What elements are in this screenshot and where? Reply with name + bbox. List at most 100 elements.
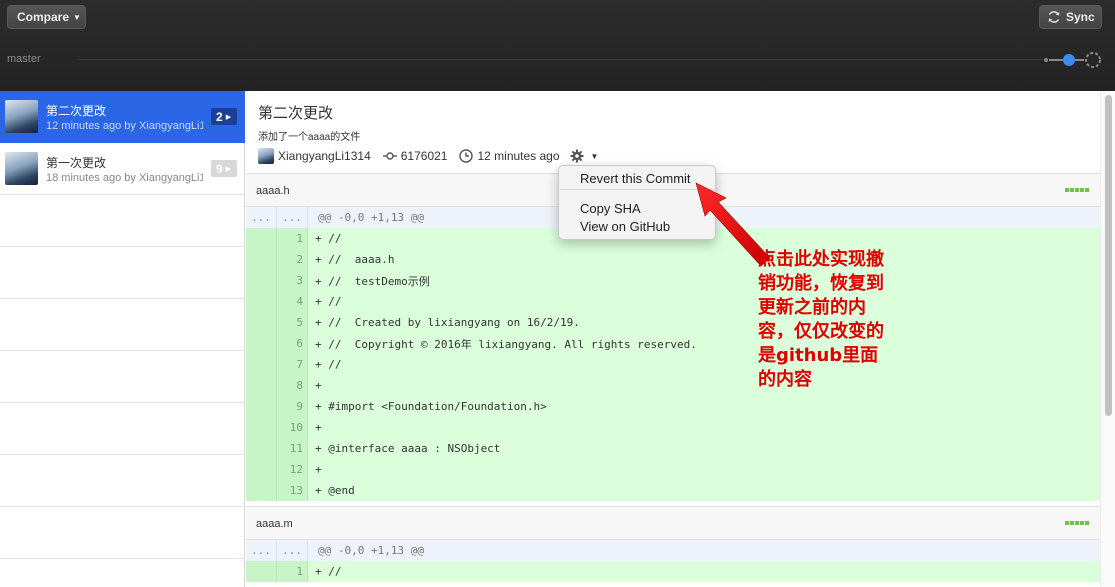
added-line: 8 + xyxy=(246,375,1100,396)
diff-block: ... ... @@ -0,0 +1,13 @@ 1 + // 2 + // aaa… xyxy=(246,207,1100,501)
old-line-number xyxy=(246,228,277,249)
diffstat xyxy=(1065,521,1089,525)
old-line-number xyxy=(246,459,277,480)
sync-label: Sync xyxy=(1066,10,1095,24)
commit-author[interactable]: XiangyangLi1314 xyxy=(278,149,371,163)
file-header[interactable]: aaaa.m xyxy=(246,506,1100,540)
code-line: + @end xyxy=(315,484,355,497)
hunk-text: @@ -0,0 +1,13 @@ xyxy=(318,211,424,224)
file-count: 2 xyxy=(216,109,223,124)
code-line: + xyxy=(315,421,322,434)
commit-list: 第二次更改 12 minutes ago by XiangyangLi1314 … xyxy=(0,91,245,587)
empty-list-row xyxy=(0,195,245,247)
new-line-number: ... xyxy=(277,207,308,228)
commit-icon xyxy=(382,152,397,160)
scrollbar-thumb[interactable] xyxy=(1105,95,1112,416)
file-name: aaaa.h xyxy=(256,185,290,197)
sync-icon xyxy=(1048,11,1060,23)
sync-button[interactable]: Sync xyxy=(1039,5,1102,29)
view-on-github-menu-item[interactable]: View on GitHub xyxy=(580,219,670,234)
code-line: + // xyxy=(315,232,342,245)
empty-list-row xyxy=(0,507,245,559)
chevron-down-icon: ▼ xyxy=(73,12,81,22)
code-line: + #import <Foundation/Foundation.h> xyxy=(315,400,547,413)
empty-list-row xyxy=(0,351,245,403)
vertical-scrollbar[interactable] xyxy=(1100,91,1115,587)
old-line-number xyxy=(246,333,277,354)
commit-item-meta: 18 minutes ago by XiangyangLi1314 xyxy=(46,172,203,184)
history-timeline xyxy=(78,59,1043,60)
code-line: + // xyxy=(315,565,342,578)
code-line: + // testDemo示例 xyxy=(315,274,430,288)
new-line-number: 7 xyxy=(277,354,308,375)
chevron-right-icon: ▶ xyxy=(225,165,232,173)
old-line-number xyxy=(246,270,277,291)
chevron-down-icon: ▼ xyxy=(590,151,599,161)
menu-separator xyxy=(560,189,715,190)
code-line: + @interface aaaa : NSObject xyxy=(315,442,501,455)
compare-label: Compare xyxy=(17,10,70,24)
slider-knob[interactable] xyxy=(1063,54,1075,66)
code-line: + // Copyright © 2016年 lixiangyang. All … xyxy=(315,337,697,351)
commit-time: 12 minutes ago xyxy=(477,149,560,163)
added-line: 2 + // aaaa.h xyxy=(246,249,1100,270)
code-line: + xyxy=(315,463,322,476)
empty-list-row xyxy=(0,403,245,455)
new-line-number: 10 xyxy=(277,417,308,438)
gear-menu-button[interactable]: ▼ xyxy=(570,149,599,163)
commit-meta: XiangyangLi1314 6176021 12 minutes ago ▼ xyxy=(258,147,598,165)
clock-icon xyxy=(459,149,474,163)
hunk-header: ... ... @@ -0,0 +1,13 @@ xyxy=(246,540,1100,561)
old-line-number xyxy=(246,375,277,396)
compare-button[interactable]: Compare ▼ xyxy=(7,5,86,29)
new-line-number: 2 xyxy=(277,249,308,270)
old-line-number xyxy=(246,312,277,333)
commit-title: 第二次更改 xyxy=(258,105,334,122)
code-line: + // xyxy=(315,295,342,308)
new-line-number: 4 xyxy=(277,291,308,312)
new-line-number: 9 xyxy=(277,396,308,417)
hunk-text: @@ -0,0 +1,13 @@ xyxy=(318,544,424,557)
old-line-number xyxy=(246,480,277,501)
old-line-number xyxy=(246,561,277,582)
commit-item-title: 第一次更改 xyxy=(46,156,107,170)
new-line-number: 13 xyxy=(277,480,308,501)
file-count-badge[interactable]: 2 ▶ xyxy=(211,108,237,125)
empty-list-row xyxy=(0,247,245,299)
file-name: aaaa.m xyxy=(256,518,293,530)
old-line-number xyxy=(246,249,277,270)
new-line-number: 12 xyxy=(277,459,308,480)
commit-item-selected[interactable]: 第二次更改 12 minutes ago by XiangyangLi1314 … xyxy=(0,91,245,143)
file-count: 9 xyxy=(216,161,223,176)
old-line-number xyxy=(246,354,277,375)
added-line: 12 + xyxy=(246,459,1100,480)
commit-sha[interactable]: 6176021 xyxy=(401,149,448,163)
commit-item[interactable]: 第一次更改 18 minutes ago by XiangyangLi1314 … xyxy=(0,143,245,195)
code-line: + // xyxy=(315,358,342,371)
code-line: + // Created by lixiangyang on 16/2/19. xyxy=(315,316,580,329)
old-line-number: ... xyxy=(246,207,277,228)
diff-block: ... ... @@ -0,0 +1,13 @@ 1 + // xyxy=(246,540,1100,582)
old-line-number: ... xyxy=(246,540,277,561)
copy-sha-menu-item[interactable]: Copy SHA xyxy=(580,201,641,216)
new-line-number: 1 xyxy=(277,228,308,249)
sync-slider[interactable] xyxy=(1043,50,1103,70)
code-line: + // aaaa.h xyxy=(315,253,395,266)
old-line-number xyxy=(246,417,277,438)
old-line-number xyxy=(246,291,277,312)
empty-list-row xyxy=(0,299,245,351)
commit-item-title: 第二次更改 xyxy=(46,104,107,118)
new-line-number: 3 xyxy=(277,270,308,291)
added-line: 7 + // xyxy=(246,354,1100,375)
avatar xyxy=(5,100,38,133)
avatar xyxy=(5,152,38,185)
code-line: + xyxy=(315,379,322,392)
diffstat xyxy=(1065,188,1089,192)
old-line-number xyxy=(246,396,277,417)
file-count-badge[interactable]: 9 ▶ xyxy=(211,160,237,177)
added-line: 9 + #import <Foundation/Foundation.h> xyxy=(246,396,1100,417)
revert-commit-menu-item[interactable]: Revert this Commit xyxy=(580,171,691,186)
empty-list-row xyxy=(0,455,245,507)
slider-dot-icon xyxy=(1044,58,1048,62)
old-line-number xyxy=(246,438,277,459)
